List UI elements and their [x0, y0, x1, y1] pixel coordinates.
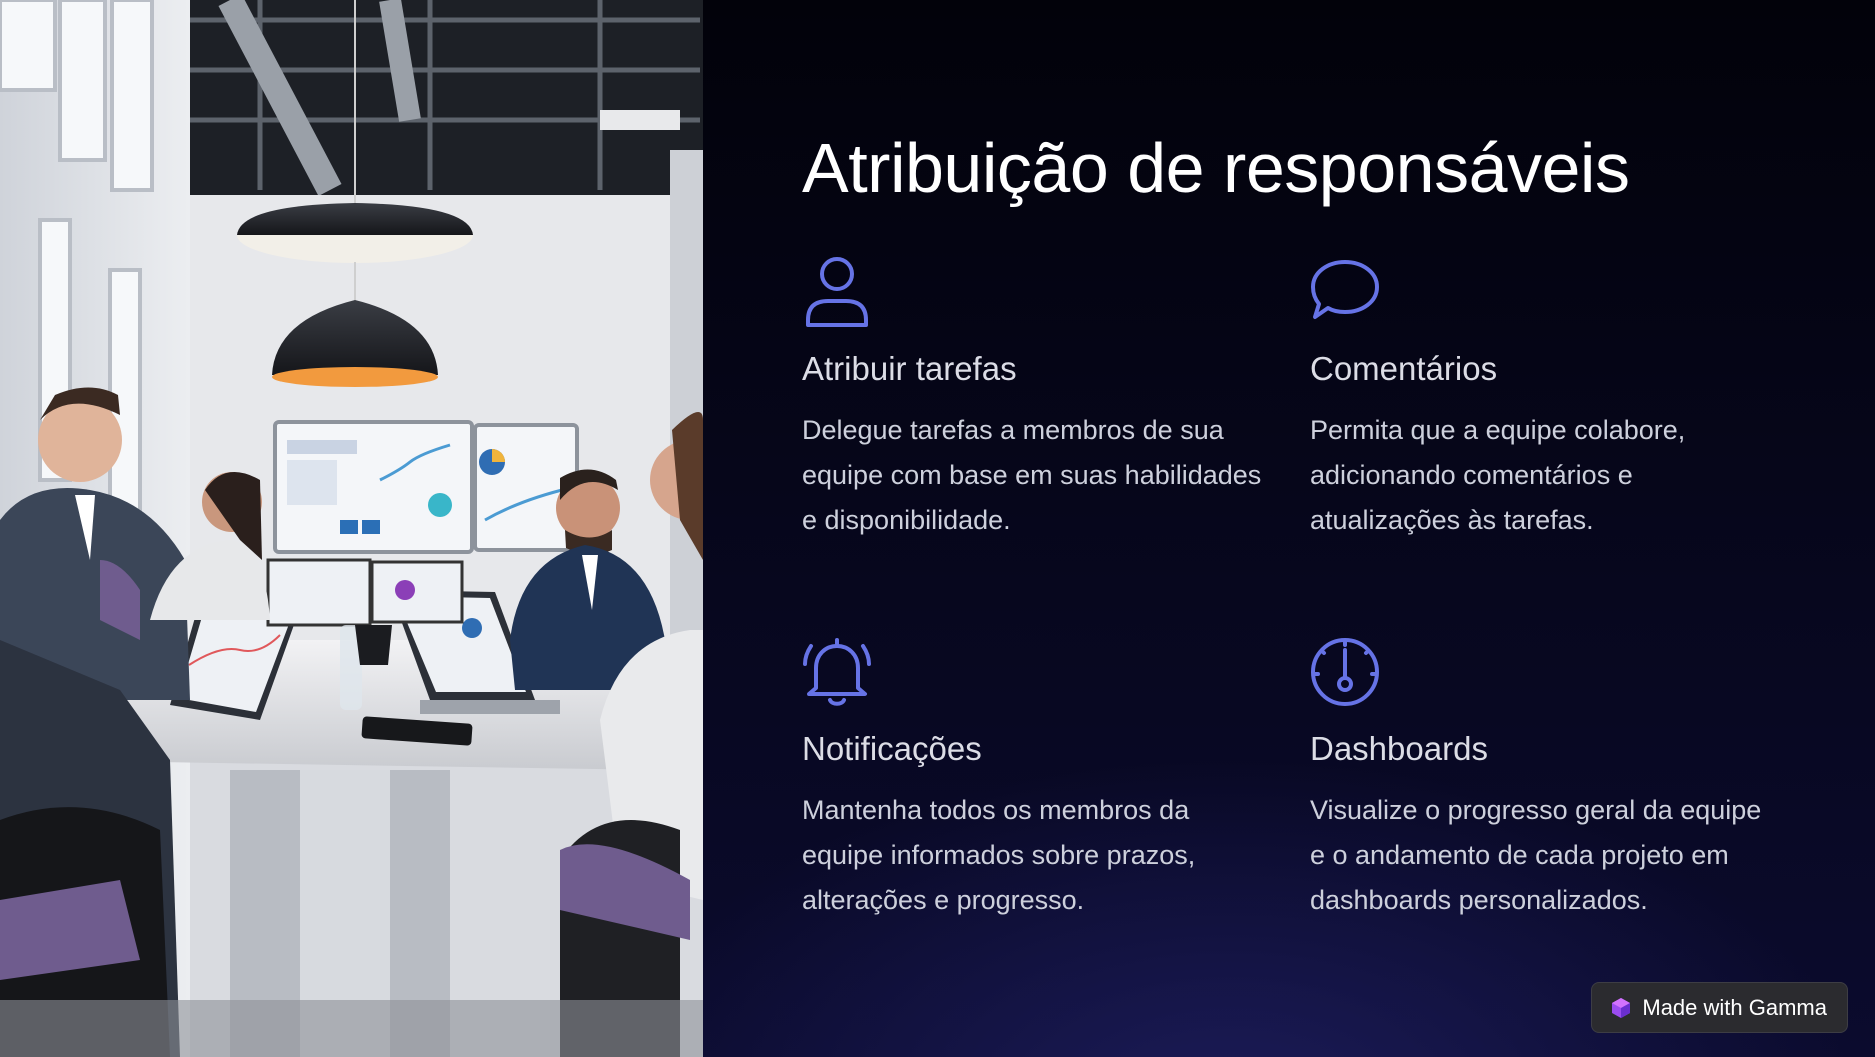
made-with-gamma-button[interactable]: Made with Gamma — [1591, 982, 1848, 1033]
feature-description: Delegue tarefas a membros de sua equipe … — [802, 415, 1262, 535]
feature-title: Comentários — [1310, 350, 1498, 387]
slide-title: Atribuição de responsáveis — [802, 129, 1630, 207]
gamma-logo-icon — [1612, 997, 1631, 1018]
feature-title: Atribuir tarefas — [802, 350, 1017, 387]
feature-description: Permita que a equipe colabore, adicionan… — [1310, 415, 1686, 535]
feature-card-comentarios: Comentários Permita que a equipe colabor… — [1310, 254, 1770, 543]
feature-description: Mantenha todos os membros da equipe info… — [802, 795, 1196, 915]
feature-title: Dashboards — [1310, 730, 1488, 767]
user-icon — [802, 254, 872, 328]
office-meeting-photo — [0, 0, 703, 1057]
bell-icon — [802, 634, 872, 708]
feature-card-atribuir-tarefas: Atribuir tarefas Delegue tarefas a membr… — [802, 254, 1262, 543]
feature-card-notificacoes: Notificações Mantenha todos os membros d… — [802, 634, 1262, 923]
feature-title: Notificações — [802, 730, 982, 767]
feature-card-dashboards: Dashboards Visualize o progresso geral d… — [1310, 634, 1770, 923]
gauge-icon — [1310, 634, 1380, 708]
feature-description: Visualize o progresso geral da equipe e … — [1310, 795, 1762, 915]
badge-label: Made with Gamma — [1642, 994, 1827, 1020]
chat-bubble-icon — [1310, 254, 1380, 328]
content-panel: Atribuição de responsáveis Atribuir tare… — [703, 0, 1875, 1057]
